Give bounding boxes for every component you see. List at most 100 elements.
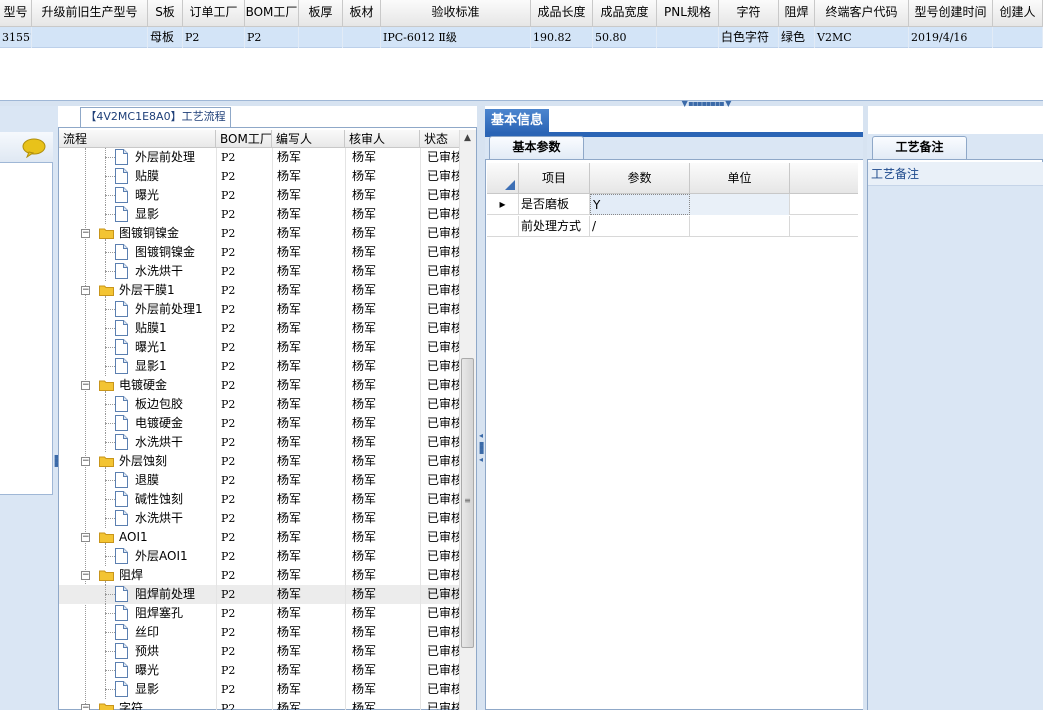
top-grid-cell[interactable]: IPC-6012 Ⅱ级 [381,27,531,48]
top-col-header[interactable]: 阻焊 [779,0,815,27]
tree-step-row[interactable]: 阻焊前处理 P2 杨军 杨军 已审核 [59,585,459,604]
tree-step-row[interactable]: 水洗烘干 P2 杨军 杨军 已审核 [59,433,459,452]
tree-step-row[interactable]: 曝光1 P2 杨军 杨军 已审核 [59,338,459,357]
tree-group-row[interactable]: − 字符 P2 杨军 杨军 已审核 [59,699,459,710]
top-grid-cell[interactable]: P2 [245,27,299,48]
top-grid-cell[interactable]: 白色字符 [719,27,779,48]
collapse-toggle-icon[interactable]: − [81,457,90,466]
tree-group-row[interactable]: − 图镀铜镍金 P2 杨军 杨军 已审核 [59,224,459,243]
top-col-header[interactable]: 型号 [0,0,32,27]
tree-step-row[interactable]: 退膜 P2 杨军 杨军 已审核 [59,471,459,490]
top-col-header[interactable]: S板 [148,0,183,27]
collapse-toggle-icon[interactable]: − [81,381,90,390]
collapse-toggle-icon[interactable]: − [81,533,90,542]
tree-step-row[interactable]: 图镀铜镍金 P2 杨军 杨军 已审核 [59,243,459,262]
middle-splitter[interactable] [477,106,485,710]
param-row[interactable]: ▸ 是否磨板 Y [487,194,858,215]
tree-step-row[interactable]: 水洗烘干 P2 杨军 杨军 已审核 [59,262,459,281]
tree-step-row[interactable]: 显影 P2 杨军 杨军 已审核 [59,680,459,699]
top-grid-cell[interactable]: P2 [183,27,245,48]
column-divider [216,623,217,642]
top-grid-cell[interactable]: 50.80 [593,27,657,48]
tree-step-row[interactable]: 水洗烘干 P2 杨军 杨军 已审核 [59,509,459,528]
tree-group-row[interactable]: − 外层蚀刻 P2 杨军 杨军 已审核 [59,452,459,471]
top-grid-row[interactable]: 31557母板P2P2IPC-6012 Ⅱ级190.8250.80白色字符绿色V… [0,27,1043,48]
tree-step-row[interactable]: 外层AOI1 P2 杨军 杨军 已审核 [59,547,459,566]
top-col-header[interactable]: 成品宽度 [593,0,657,27]
top-col-header[interactable]: 成品长度 [531,0,593,27]
param-row[interactable]: 前处理方式 / [487,216,858,237]
tree-step-row[interactable]: 丝印 P2 杨军 杨军 已审核 [59,623,459,642]
top-col-header[interactable]: 创建人 [993,0,1043,27]
tree-step-row[interactable]: 外层前处理 P2 杨军 杨军 已审核 [59,148,459,167]
tree-step-row[interactable]: 预烘 P2 杨军 杨军 已审核 [59,642,459,661]
col-header-status[interactable]: 状态 [420,130,459,148]
collapse-toggle-icon[interactable]: − [81,571,90,580]
col-header-reviewer[interactable]: 核审人 [345,130,420,148]
param-unit-cell[interactable] [690,216,790,237]
tab-base-info[interactable]: 基本信息 [485,109,549,133]
remark-text-area[interactable] [868,186,1043,710]
splitter-grip-icon[interactable]: ▼ ▪▪▪▪▪▪▪▪ ▼ [676,100,736,108]
col-header-bom[interactable]: BOM工厂 [216,130,272,148]
row-selector-cell[interactable] [487,216,519,237]
top-grid-cell[interactable]: 190.82 [531,27,593,48]
top-grid-cell[interactable]: V2MC [815,27,909,48]
top-grid-cell[interactable] [32,27,148,48]
horizontal-splitter[interactable] [0,100,1043,106]
tab-base-params[interactable]: 基本参数 [489,136,584,159]
collapse-toggle-icon[interactable]: − [81,229,90,238]
middle-splitter-grip-icon[interactable]: ◂ ▪ ▪ ▪ ◂ [479,432,484,464]
tree-step-row[interactable]: 显影 P2 杨军 杨军 已审核 [59,205,459,224]
top-col-header[interactable]: 板厚 [299,0,343,27]
tree-step-row[interactable]: 贴膜1 P2 杨军 杨军 已审核 [59,319,459,338]
top-col-header[interactable]: BOM工厂 [245,0,299,27]
process-tree[interactable]: 外层前处理 P2 杨军 杨军 已审核 贴膜 P2 杨军 杨军 已审核 曝光 P2 杨军 杨军 已审核 显影 P2… [59,148,459,710]
column-divider [420,452,421,471]
param-unit-cell[interactable] [690,194,790,215]
top-col-header[interactable]: 终端客户代码 [815,0,909,27]
collapse-toggle-icon[interactable]: − [81,704,90,710]
tree-step-row[interactable]: 阻焊塞孔 P2 杨军 杨军 已审核 [59,604,459,623]
top-col-header[interactable]: 板材 [343,0,381,27]
top-grid-cell[interactable] [657,27,719,48]
col-header-unit[interactable]: 单位 [690,163,790,194]
top-col-header[interactable]: 升级前旧生产型号 [32,0,148,27]
tree-group-row[interactable]: − 电镀硬金 P2 杨军 杨军 已审核 [59,376,459,395]
col-header-param[interactable]: 参数 [590,163,690,194]
top-grid-cell[interactable] [299,27,343,48]
tree-group-row[interactable]: − 阻焊 P2 杨军 杨军 已审核 [59,566,459,585]
tree-step-row[interactable]: 显影1 P2 杨军 杨军 已审核 [59,357,459,376]
chat-bubble-icon[interactable] [22,138,46,158]
tree-step-row[interactable]: 贴膜 P2 杨军 杨军 已审核 [59,167,459,186]
tree-group-row[interactable]: − AOI1 P2 杨军 杨军 已审核 [59,528,459,547]
tree-step-row[interactable]: 碱性蚀刻 P2 杨军 杨军 已审核 [59,490,459,509]
top-grid-cell[interactable] [993,27,1043,48]
top-grid-cell[interactable]: 2019/4/16 [909,27,993,48]
top-col-header[interactable]: 型号创建时间 [909,0,993,27]
top-grid-cell[interactable]: 母板 [148,27,183,48]
top-grid-cell[interactable] [343,27,381,48]
top-grid-cell[interactable]: 31557 [0,27,32,48]
param-value-cell[interactable]: / [590,216,690,237]
top-col-header[interactable]: PNL规格 [657,0,719,27]
col-header-writer[interactable]: 编写人 [272,130,345,148]
collapse-toggle-icon[interactable]: − [81,286,90,295]
tree-group-row[interactable]: − 外层干膜1 P2 杨军 杨军 已审核 [59,281,459,300]
param-value-cell[interactable]: Y [590,194,690,215]
tab-process-remark[interactable]: 工艺备注 [872,136,967,159]
top-col-header[interactable]: 字符 [719,0,779,27]
top-grid-cell[interactable]: 绿色 [779,27,815,48]
scroll-up-icon[interactable]: ▲ [459,130,476,147]
tree-step-row[interactable]: 外层前处理1 P2 杨军 杨军 已审核 [59,300,459,319]
col-header-item[interactable]: 项目 [519,163,590,194]
process-flow-tab[interactable]: 【4V2MC1E8A0】工艺流程 [80,107,231,127]
row-selector-header[interactable] [487,163,519,194]
tree-step-row[interactable]: 板边包胶 P2 杨军 杨军 已审核 [59,395,459,414]
top-col-header[interactable]: 验收标准 [381,0,531,27]
col-header-process[interactable]: 流程 [59,130,216,148]
tree-step-row[interactable]: 曝光 P2 杨军 杨军 已审核 [59,661,459,680]
tree-step-row[interactable]: 曝光 P2 杨军 杨军 已审核 [59,186,459,205]
tree-step-row[interactable]: 电镀硬金 P2 杨军 杨军 已审核 [59,414,459,433]
top-col-header[interactable]: 订单工厂 [183,0,245,27]
